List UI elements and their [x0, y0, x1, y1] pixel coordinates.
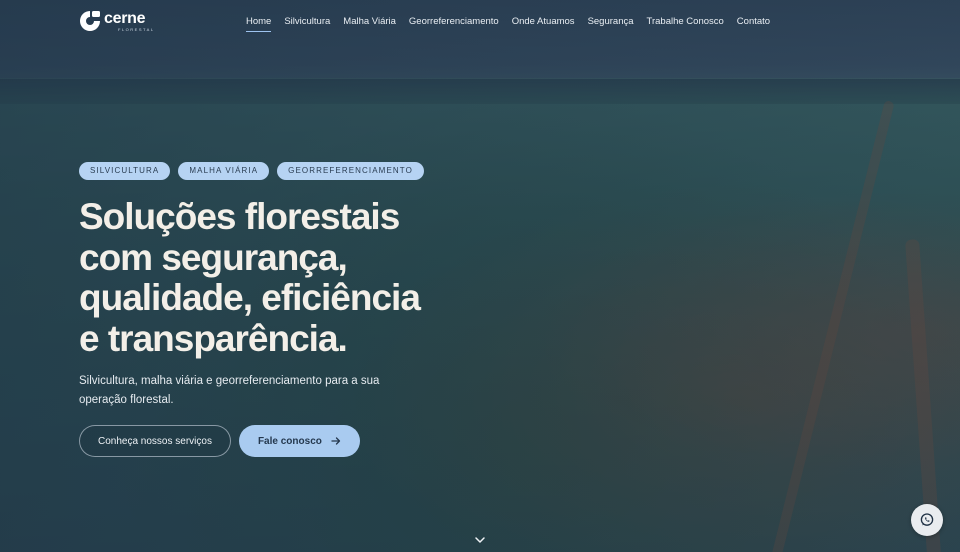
brand-name: cerne — [104, 9, 146, 27]
whatsapp-button[interactable] — [911, 504, 943, 536]
contact-button-label: Fale conosco — [257, 435, 322, 447]
nav-item-onde-atuamos[interactable]: Onde Atuamos — [512, 16, 575, 31]
services-button-label: Conheça nossos serviços — [98, 435, 212, 447]
nav-item-seguranca[interactable]: Segurança — [588, 16, 634, 31]
hero-subtitle: Silvicultura, malha viária e georreferen… — [79, 372, 439, 410]
brand-tagline: FLORESTAL — [118, 26, 155, 32]
subtitle-line: Silvicultura, malha viária e georreferen… — [79, 375, 380, 387]
nav-item-contato[interactable]: Contato — [737, 16, 770, 31]
chevron-down-icon[interactable] — [474, 535, 486, 545]
nav-item-malha-viaria[interactable]: Malha Viária — [343, 16, 396, 31]
cerne-logo-icon — [80, 11, 100, 31]
site-header: cerne FLORESTAL Home Silvicultura Malha … — [0, 0, 960, 44]
contact-button[interactable]: Fale conosco — [238, 425, 360, 457]
hero-cta-group: Conheça nossos serviços Fale conosco — [79, 425, 539, 457]
tag-silvicultura: SILVICULTURA — [79, 162, 171, 180]
hero-section: cerne FLORESTAL Home Silvicultura Malha … — [0, 0, 960, 552]
headline-line: Soluções florestais — [79, 196, 400, 237]
headline-line: e transparência. — [79, 317, 348, 359]
tag-malha-viaria: MALHA VIÁRIA — [178, 162, 270, 180]
services-button[interactable]: Conheça nossos serviços — [79, 425, 231, 457]
arrow-right-icon — [331, 437, 341, 445]
nav-item-home[interactable]: Home — [246, 16, 272, 32]
headline-line: qualidade, eficiência — [79, 277, 421, 318]
brand-logo[interactable]: cerne FLORESTAL — [79, 10, 155, 32]
nav-item-silvicultura[interactable]: Silvicultura — [284, 16, 330, 31]
hero-headline: Soluções florestais com segurança, quali… — [79, 196, 539, 359]
subtitle-line: operação florestal. — [79, 394, 174, 406]
nav-item-georreferenciamento[interactable]: Georreferenciamento — [409, 16, 499, 31]
main-nav: Home Silvicultura Malha Viária Georrefer… — [246, 16, 783, 32]
service-tags: SILVICULTURA MALHA VIÁRIA GEORREFERENCIA… — [79, 162, 539, 180]
hero-content: SILVICULTURA MALHA VIÁRIA GEORREFERENCIA… — [79, 162, 539, 457]
tag-georreferenciamento: GEORREFERENCIAMENTO — [277, 162, 424, 180]
whatsapp-icon — [920, 513, 934, 526]
nav-item-trabalhe-conosco[interactable]: Trabalhe Conosco — [647, 16, 724, 31]
headline-line: com segurança, — [79, 236, 348, 278]
